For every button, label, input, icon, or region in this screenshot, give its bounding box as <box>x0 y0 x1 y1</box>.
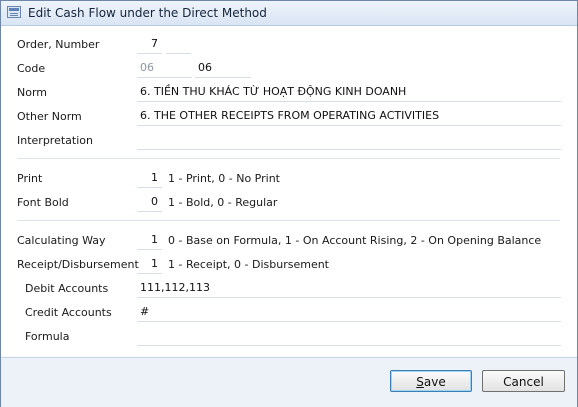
section-divider-2 <box>17 220 560 221</box>
title-bar: Edit Cash Flow under the Direct Method <box>1 1 577 26</box>
cancel-button[interactable]: Cancel <box>482 370 565 392</box>
font-bold-field[interactable]: 0 <box>137 194 162 212</box>
order-label: Order, Number <box>17 38 100 51</box>
credit-accounts-label: Credit Accounts <box>25 306 112 319</box>
order-number-field[interactable]: 7 <box>137 36 162 54</box>
code-label: Code <box>17 62 46 75</box>
print-hint: 1 - Print, 0 - No Print <box>168 172 280 185</box>
debit-accounts-field[interactable]: 111,112,113 <box>137 280 561 298</box>
interpretation-label: Interpretation <box>17 134 93 147</box>
formula-label: Formula <box>25 330 70 343</box>
code-field[interactable]: 06 <box>195 60 251 78</box>
other-norm-label: Other Norm <box>17 110 82 123</box>
print-label: Print <box>17 172 43 185</box>
other-norm-field[interactable]: 6. THE OTHER RECEIPTS FROM OPERATING ACT… <box>137 108 561 126</box>
norm-field[interactable]: 6. TIỀN THU KHÁC TỪ HOẠT ĐỘNG KINH DOANH <box>137 84 561 102</box>
receipt-disbursement-label: Receipt/Disbursement <box>17 258 139 271</box>
debit-accounts-label: Debit Accounts <box>25 282 109 295</box>
credit-accounts-field[interactable]: # <box>137 304 561 322</box>
calculating-way-label: Calculating Way <box>17 234 106 247</box>
save-button[interactable]: Save <box>390 370 472 392</box>
parent-code-field: 06 <box>137 60 192 78</box>
print-field[interactable]: 1 <box>137 170 162 188</box>
font-bold-label: Font Bold <box>17 196 69 209</box>
receipt-disbursement-field[interactable]: 1 <box>137 256 162 274</box>
calculating-way-field[interactable]: 1 <box>137 232 162 250</box>
calculating-way-hint: 0 - Base on Formula, 1 - On Account Risi… <box>168 234 542 247</box>
section-divider-1 <box>17 158 560 159</box>
window-form-icon <box>7 6 21 18</box>
edit-cash-flow-window: Edit Cash Flow under the Direct Method O… <box>0 0 578 407</box>
form-body: Order, Number 7 Code 06 06 Norm 6. TIỀN … <box>1 26 577 356</box>
interpretation-field[interactable] <box>137 132 561 150</box>
norm-label: Norm <box>17 86 48 99</box>
save-mnemonic: S <box>416 375 424 389</box>
font-bold-hint: 1 - Bold, 0 - Regular <box>168 196 278 209</box>
dialog-footer: Save Cancel <box>1 357 577 407</box>
order-extra-field[interactable] <box>166 36 191 54</box>
window-title: Edit Cash Flow under the Direct Method <box>28 6 267 20</box>
save-label-rest: ave <box>423 375 446 389</box>
receipt-disbursement-hint: 1 - Receipt, 0 - Disbursement <box>168 258 329 271</box>
formula-field[interactable] <box>137 328 561 346</box>
